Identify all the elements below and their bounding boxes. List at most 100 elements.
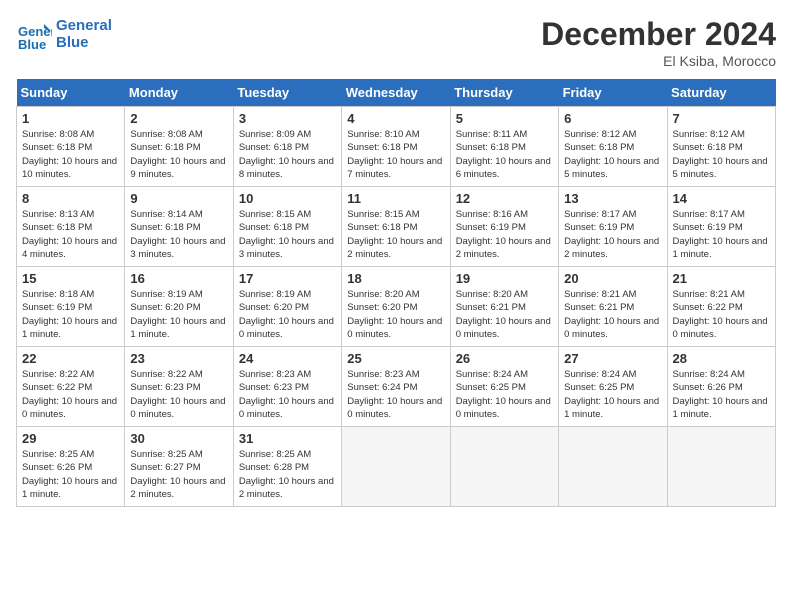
day-number: 15 xyxy=(22,271,119,286)
day-info: Sunrise: 8:12 AM Sunset: 6:18 PM Dayligh… xyxy=(673,128,770,181)
day-info: Sunrise: 8:22 AM Sunset: 6:22 PM Dayligh… xyxy=(22,368,119,421)
day-cell-1: 1 Sunrise: 8:08 AM Sunset: 6:18 PM Dayli… xyxy=(17,107,125,187)
col-sunday: Sunday xyxy=(17,79,125,107)
day-info: Sunrise: 8:23 AM Sunset: 6:23 PM Dayligh… xyxy=(239,368,336,421)
week-row-4: 22 Sunrise: 8:22 AM Sunset: 6:22 PM Dayl… xyxy=(17,347,776,427)
day-info: Sunrise: 8:19 AM Sunset: 6:20 PM Dayligh… xyxy=(239,288,336,341)
day-info: Sunrise: 8:25 AM Sunset: 6:28 PM Dayligh… xyxy=(239,448,336,501)
day-cell-13: 13 Sunrise: 8:17 AM Sunset: 6:19 PM Dayl… xyxy=(559,187,667,267)
day-number: 5 xyxy=(456,111,553,126)
day-number: 24 xyxy=(239,351,336,366)
month-title: December 2024 xyxy=(541,16,776,53)
day-number: 14 xyxy=(673,191,770,206)
day-info: Sunrise: 8:14 AM Sunset: 6:18 PM Dayligh… xyxy=(130,208,227,261)
day-info: Sunrise: 8:17 AM Sunset: 6:19 PM Dayligh… xyxy=(673,208,770,261)
logo: General Blue GeneralBlue xyxy=(16,16,112,52)
day-cell-18: 18 Sunrise: 8:20 AM Sunset: 6:20 PM Dayl… xyxy=(342,267,450,347)
day-number: 26 xyxy=(456,351,553,366)
day-number: 28 xyxy=(673,351,770,366)
page-header: General Blue GeneralBlue December 2024 E… xyxy=(16,16,776,69)
empty-cell xyxy=(342,427,450,507)
day-cell-25: 25 Sunrise: 8:23 AM Sunset: 6:24 PM Dayl… xyxy=(342,347,450,427)
day-number: 23 xyxy=(130,351,227,366)
day-number: 4 xyxy=(347,111,444,126)
col-wednesday: Wednesday xyxy=(342,79,450,107)
day-info: Sunrise: 8:18 AM Sunset: 6:19 PM Dayligh… xyxy=(22,288,119,341)
week-row-3: 15 Sunrise: 8:18 AM Sunset: 6:19 PM Dayl… xyxy=(17,267,776,347)
day-info: Sunrise: 8:20 AM Sunset: 6:20 PM Dayligh… xyxy=(347,288,444,341)
day-info: Sunrise: 8:15 AM Sunset: 6:18 PM Dayligh… xyxy=(239,208,336,261)
day-cell-2: 2 Sunrise: 8:08 AM Sunset: 6:18 PM Dayli… xyxy=(125,107,233,187)
day-number: 7 xyxy=(673,111,770,126)
day-info: Sunrise: 8:25 AM Sunset: 6:27 PM Dayligh… xyxy=(130,448,227,501)
week-row-5: 29 Sunrise: 8:25 AM Sunset: 6:26 PM Dayl… xyxy=(17,427,776,507)
day-info: Sunrise: 8:22 AM Sunset: 6:23 PM Dayligh… xyxy=(130,368,227,421)
day-number: 21 xyxy=(673,271,770,286)
day-cell-8: 8 Sunrise: 8:13 AM Sunset: 6:18 PM Dayli… xyxy=(17,187,125,267)
day-info: Sunrise: 8:23 AM Sunset: 6:24 PM Dayligh… xyxy=(347,368,444,421)
day-cell-7: 7 Sunrise: 8:12 AM Sunset: 6:18 PM Dayli… xyxy=(667,107,775,187)
title-block: December 2024 El Ksiba, Morocco xyxy=(541,16,776,69)
day-number: 12 xyxy=(456,191,553,206)
day-number: 19 xyxy=(456,271,553,286)
day-info: Sunrise: 8:08 AM Sunset: 6:18 PM Dayligh… xyxy=(130,128,227,181)
day-cell-21: 21 Sunrise: 8:21 AM Sunset: 6:22 PM Dayl… xyxy=(667,267,775,347)
day-cell-4: 4 Sunrise: 8:10 AM Sunset: 6:18 PM Dayli… xyxy=(342,107,450,187)
week-row-1: 1 Sunrise: 8:08 AM Sunset: 6:18 PM Dayli… xyxy=(17,107,776,187)
day-cell-15: 15 Sunrise: 8:18 AM Sunset: 6:19 PM Dayl… xyxy=(17,267,125,347)
day-info: Sunrise: 8:16 AM Sunset: 6:19 PM Dayligh… xyxy=(456,208,553,261)
day-info: Sunrise: 8:25 AM Sunset: 6:26 PM Dayligh… xyxy=(22,448,119,501)
day-number: 22 xyxy=(22,351,119,366)
day-number: 13 xyxy=(564,191,661,206)
empty-cell xyxy=(667,427,775,507)
day-info: Sunrise: 8:21 AM Sunset: 6:22 PM Dayligh… xyxy=(673,288,770,341)
day-cell-27: 27 Sunrise: 8:24 AM Sunset: 6:25 PM Dayl… xyxy=(559,347,667,427)
day-number: 18 xyxy=(347,271,444,286)
day-number: 2 xyxy=(130,111,227,126)
day-cell-16: 16 Sunrise: 8:19 AM Sunset: 6:20 PM Dayl… xyxy=(125,267,233,347)
day-cell-24: 24 Sunrise: 8:23 AM Sunset: 6:23 PM Dayl… xyxy=(233,347,341,427)
day-number: 25 xyxy=(347,351,444,366)
header-row: Sunday Monday Tuesday Wednesday Thursday… xyxy=(17,79,776,107)
col-friday: Friday xyxy=(559,79,667,107)
location: El Ksiba, Morocco xyxy=(541,53,776,69)
day-number: 29 xyxy=(22,431,119,446)
day-info: Sunrise: 8:13 AM Sunset: 6:18 PM Dayligh… xyxy=(22,208,119,261)
day-cell-10: 10 Sunrise: 8:15 AM Sunset: 6:18 PM Dayl… xyxy=(233,187,341,267)
col-thursday: Thursday xyxy=(450,79,558,107)
day-number: 3 xyxy=(239,111,336,126)
day-info: Sunrise: 8:17 AM Sunset: 6:19 PM Dayligh… xyxy=(564,208,661,261)
day-info: Sunrise: 8:19 AM Sunset: 6:20 PM Dayligh… xyxy=(130,288,227,341)
day-info: Sunrise: 8:21 AM Sunset: 6:21 PM Dayligh… xyxy=(564,288,661,341)
day-info: Sunrise: 8:10 AM Sunset: 6:18 PM Dayligh… xyxy=(347,128,444,181)
day-number: 31 xyxy=(239,431,336,446)
col-monday: Monday xyxy=(125,79,233,107)
day-cell-22: 22 Sunrise: 8:22 AM Sunset: 6:22 PM Dayl… xyxy=(17,347,125,427)
day-cell-12: 12 Sunrise: 8:16 AM Sunset: 6:19 PM Dayl… xyxy=(450,187,558,267)
day-info: Sunrise: 8:24 AM Sunset: 6:26 PM Dayligh… xyxy=(673,368,770,421)
day-cell-9: 9 Sunrise: 8:14 AM Sunset: 6:18 PM Dayli… xyxy=(125,187,233,267)
day-cell-5: 5 Sunrise: 8:11 AM Sunset: 6:18 PM Dayli… xyxy=(450,107,558,187)
day-number: 20 xyxy=(564,271,661,286)
day-info: Sunrise: 8:24 AM Sunset: 6:25 PM Dayligh… xyxy=(456,368,553,421)
empty-cell xyxy=(559,427,667,507)
day-info: Sunrise: 8:09 AM Sunset: 6:18 PM Dayligh… xyxy=(239,128,336,181)
day-number: 11 xyxy=(347,191,444,206)
empty-cell xyxy=(450,427,558,507)
calendar-table: Sunday Monday Tuesday Wednesday Thursday… xyxy=(16,79,776,507)
day-cell-29: 29 Sunrise: 8:25 AM Sunset: 6:26 PM Dayl… xyxy=(17,427,125,507)
col-saturday: Saturday xyxy=(667,79,775,107)
day-cell-19: 19 Sunrise: 8:20 AM Sunset: 6:21 PM Dayl… xyxy=(450,267,558,347)
day-number: 9 xyxy=(130,191,227,206)
day-number: 10 xyxy=(239,191,336,206)
day-info: Sunrise: 8:20 AM Sunset: 6:21 PM Dayligh… xyxy=(456,288,553,341)
day-cell-23: 23 Sunrise: 8:22 AM Sunset: 6:23 PM Dayl… xyxy=(125,347,233,427)
day-number: 16 xyxy=(130,271,227,286)
day-number: 6 xyxy=(564,111,661,126)
col-tuesday: Tuesday xyxy=(233,79,341,107)
day-number: 30 xyxy=(130,431,227,446)
day-info: Sunrise: 8:15 AM Sunset: 6:18 PM Dayligh… xyxy=(347,208,444,261)
day-info: Sunrise: 8:12 AM Sunset: 6:18 PM Dayligh… xyxy=(564,128,661,181)
day-cell-11: 11 Sunrise: 8:15 AM Sunset: 6:18 PM Dayl… xyxy=(342,187,450,267)
day-cell-30: 30 Sunrise: 8:25 AM Sunset: 6:27 PM Dayl… xyxy=(125,427,233,507)
